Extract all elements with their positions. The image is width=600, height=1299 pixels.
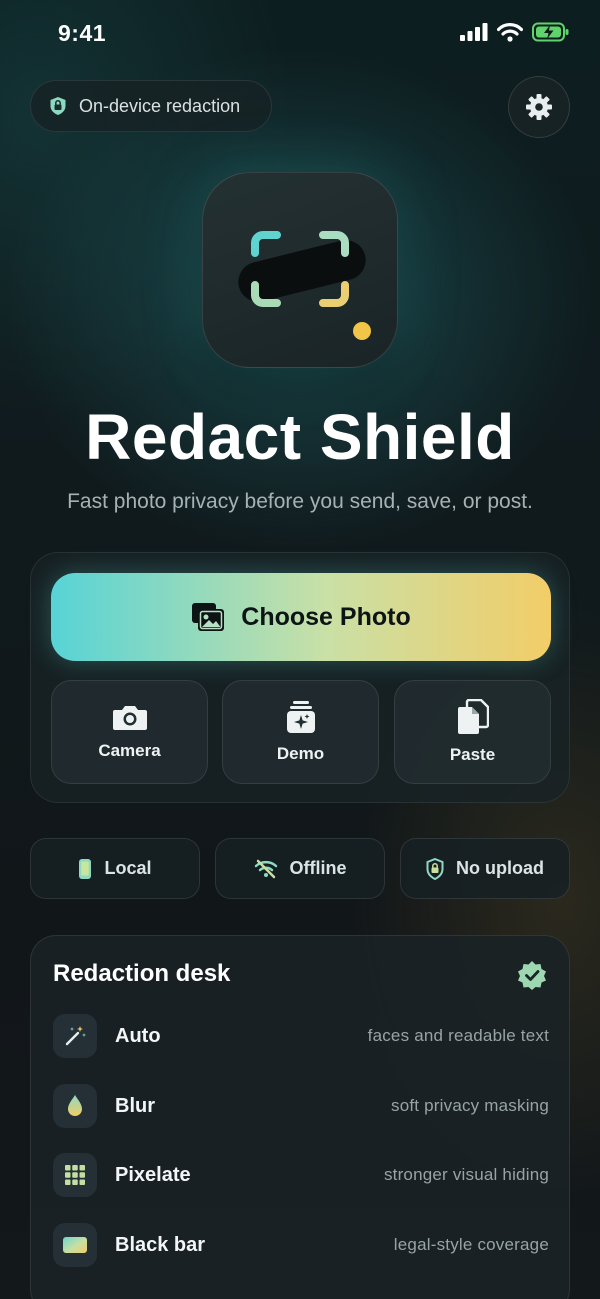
no-upload-label: No upload [456, 858, 544, 878]
offline-label: Offline [289, 858, 347, 878]
mode-black-bar-label: Black bar [115, 1233, 206, 1256]
magic-wand-icon [53, 1014, 97, 1058]
mode-blur[interactable]: Blur soft privacy masking [53, 1082, 549, 1130]
lock-shield-icon [426, 857, 444, 880]
droplet-icon [53, 1084, 97, 1128]
phone-icon [79, 858, 92, 879]
local-label: Local [104, 858, 152, 878]
mode-auto[interactable]: Auto faces and readable text [53, 1012, 549, 1060]
app-logo [202, 172, 398, 368]
mode-black-bar-desc: legal-style coverage [393, 1235, 549, 1254]
wifi-off-icon [254, 859, 277, 878]
settings-button[interactable] [508, 76, 570, 138]
lock-shield-icon [50, 97, 66, 115]
on-device-redaction-badge: On-device redaction [30, 80, 272, 132]
gear-icon [526, 94, 552, 120]
paste-button[interactable]: Paste [394, 680, 551, 784]
demo-button[interactable]: Demo [222, 680, 379, 784]
cellular-signal-icon [460, 23, 488, 41]
camera-icon [112, 706, 147, 730]
wifi-icon [497, 22, 523, 42]
choose-photo-label: Choose Photo [241, 602, 411, 631]
paste-icon [457, 699, 489, 734]
mode-pixelate[interactable]: Pixelate stronger visual hiding [53, 1151, 549, 1199]
camera-button[interactable]: Camera [51, 680, 208, 784]
local-chip: Local [30, 838, 200, 899]
redact-shield-logo-icon [238, 231, 371, 340]
photo-library-icon [192, 603, 225, 631]
status-icons [460, 22, 570, 42]
paste-label: Paste [449, 745, 496, 764]
app-subtitle: Fast photo privacy before you send, save… [67, 490, 533, 513]
camera-label: Camera [98, 741, 161, 760]
mode-black-bar[interactable]: Black bar legal-style coverage [53, 1221, 549, 1269]
grid-icon [53, 1153, 97, 1197]
photo-source-card: Choose Photo Camera Demo Paste [30, 552, 570, 803]
mode-auto-label: Auto [115, 1024, 161, 1047]
mode-auto-desc: faces and readable text [367, 1026, 549, 1045]
verified-badge-icon [518, 961, 546, 990]
status-bar: 9:41 [0, 0, 600, 64]
status-time: 9:41 [58, 20, 107, 46]
mode-pixelate-label: Pixelate [115, 1163, 191, 1186]
battery-charging-icon [532, 22, 569, 42]
choose-photo-button[interactable]: Choose Photo [51, 573, 551, 661]
mode-blur-label: Blur [115, 1094, 155, 1117]
on-device-redaction-label: On-device redaction [79, 95, 241, 116]
redaction-desk-title: Redaction desk [53, 960, 231, 987]
app-title: Redact Shield [85, 401, 515, 473]
gradient-bar-icon [53, 1223, 97, 1267]
mode-pixelate-desc: stronger visual hiding [383, 1165, 549, 1184]
offline-chip: Offline [215, 838, 385, 899]
demo-label: Demo [276, 744, 325, 763]
mode-blur-desc: soft privacy masking [391, 1096, 549, 1115]
redaction-desk-card: Redaction desk Auto faces and readable t… [30, 935, 570, 1299]
no-upload-chip: No upload [400, 838, 570, 899]
demo-stack-icon [286, 701, 315, 733]
